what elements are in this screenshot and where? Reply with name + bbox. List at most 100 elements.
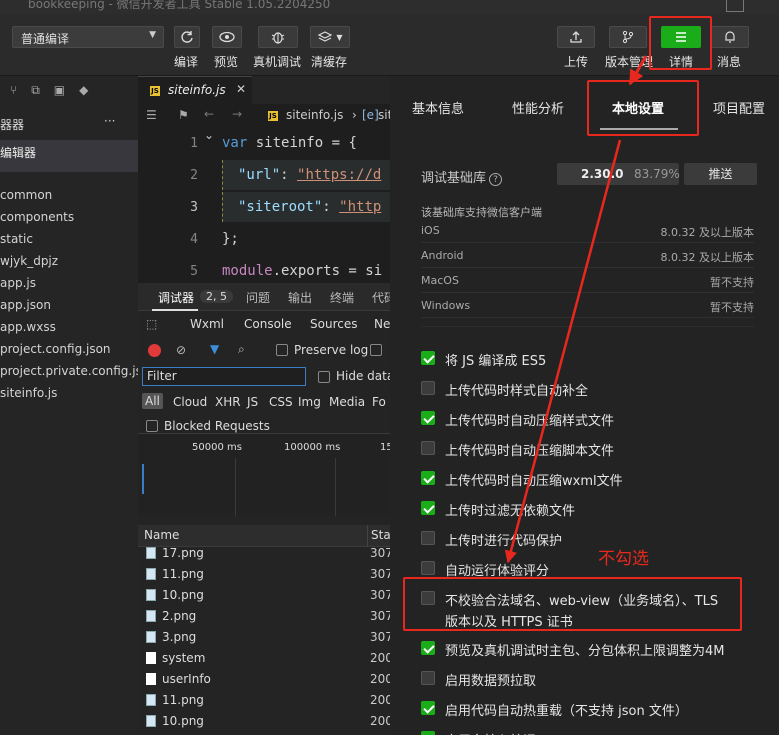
table-row[interactable]: 10.png 307 xyxy=(138,585,390,606)
tree-item[interactable]: project.private.config.js... xyxy=(0,364,153,378)
tab-wxml[interactable]: Wxml xyxy=(190,317,224,331)
timeline-bar xyxy=(142,464,144,494)
branch-icon[interactable]: ⑂ xyxy=(10,83,17,97)
disable-cache-checkbox[interactable] xyxy=(370,344,382,356)
forward-icon[interactable]: → xyxy=(232,107,242,121)
upload-button[interactable] xyxy=(557,26,595,48)
column-status[interactable]: Sta xyxy=(371,528,390,542)
blocked-requests-checkbox[interactable] xyxy=(146,420,158,432)
version-control-button[interactable] xyxy=(609,26,647,48)
filter-icon[interactable]: ▼ xyxy=(210,342,219,356)
tree-item[interactable]: project.config.json xyxy=(0,342,111,356)
table-row[interactable]: 3.png 307 xyxy=(138,627,390,648)
type-font[interactable]: Fo xyxy=(372,395,386,409)
tab-siteinfo[interactable]: JS siteinfo.js ✕ xyxy=(138,76,252,104)
bookmark-icon[interactable]: ⚑ xyxy=(178,108,189,122)
line-number: 2 xyxy=(190,168,198,183)
extensions-icon[interactable]: ⧉ xyxy=(31,83,40,98)
compile-button[interactable] xyxy=(174,26,200,48)
setting-checkbox[interactable] xyxy=(421,501,435,515)
list-icon[interactable]: ☰ xyxy=(146,108,157,122)
tree-item[interactable]: wjyk_dpjz xyxy=(0,254,58,268)
type-css[interactable]: CSS xyxy=(269,395,293,409)
type-js[interactable]: JS xyxy=(247,395,258,409)
tree-item[interactable]: static xyxy=(0,232,33,246)
tab-problems[interactable]: 问题 xyxy=(246,289,270,306)
type-img[interactable]: Img xyxy=(298,395,321,409)
filter-input[interactable]: Filter xyxy=(142,367,306,386)
clear-cache-button[interactable]: ▼ xyxy=(310,26,350,48)
inspect-icon[interactable]: ⬚ xyxy=(146,317,157,331)
annotation-box xyxy=(649,16,712,70)
compile-mode-select[interactable]: 普通编译 ▼ xyxy=(12,26,164,48)
image-file-icon xyxy=(146,547,156,559)
table-row[interactable]: userInfo 200 xyxy=(138,669,390,690)
table-row[interactable]: 11.png 200 xyxy=(138,690,390,711)
setting-checkbox[interactable] xyxy=(421,671,435,685)
tab-output[interactable]: 输出 xyxy=(288,289,312,306)
eye-icon xyxy=(219,31,235,43)
table-row[interactable]: system 200 xyxy=(138,648,390,669)
setting-label: 启用多核心编译 xyxy=(445,730,536,735)
docker-icon[interactable]: ◆ xyxy=(79,83,88,97)
search-icon[interactable]: ⌕ xyxy=(238,342,245,357)
table-row[interactable]: 2.png 307 xyxy=(138,606,390,627)
setting-checkbox[interactable] xyxy=(421,641,435,655)
tree-item[interactable]: app.js xyxy=(0,276,36,290)
open-editors-section[interactable]: 编辑器 xyxy=(0,140,138,172)
record-icon[interactable] xyxy=(148,344,161,357)
tab-code[interactable]: 代码 xyxy=(372,289,390,306)
code-editor[interactable]: ⌄ 1 2 3 4 5 var siteinfo = { "url": "htt… xyxy=(138,128,390,283)
preserve-log-checkbox[interactable] xyxy=(276,344,288,356)
more-icon[interactable]: ··· xyxy=(104,114,115,128)
type-all[interactable]: All xyxy=(142,393,163,409)
branch-icon xyxy=(622,30,634,44)
tree-item[interactable]: app.json xyxy=(0,298,51,312)
fold-chevron-icon[interactable]: ⌄ xyxy=(204,128,214,142)
push-button[interactable]: 推送 xyxy=(684,163,757,185)
setting-checkbox[interactable] xyxy=(421,731,435,735)
tree-item[interactable]: components xyxy=(0,210,74,224)
help-icon[interactable]: ? xyxy=(489,173,503,186)
network-timeline[interactable]: 50000 ms 100000 ms 15 xyxy=(138,433,390,516)
type-cloud[interactable]: Cloud xyxy=(173,395,207,409)
code-line: }; xyxy=(222,231,239,247)
tree-item[interactable]: app.wxss xyxy=(0,320,56,334)
debug-library-select[interactable]: 2.30.0 83.79% xyxy=(557,163,680,185)
remote-debug-button[interactable] xyxy=(258,26,298,48)
tab-basic-info[interactable]: 基本信息 xyxy=(412,98,464,117)
type-media[interactable]: Media xyxy=(329,395,365,409)
tree-item[interactable]: common xyxy=(0,188,52,202)
clear-cache-label: 清缓存 xyxy=(311,55,348,69)
hide-data-checkbox[interactable] xyxy=(318,371,330,383)
messages-button[interactable] xyxy=(711,26,749,48)
clear-icon[interactable]: ⊘ xyxy=(176,343,186,357)
close-window-button[interactable] xyxy=(726,0,744,12)
type-xhr[interactable]: XHR xyxy=(215,395,241,409)
table-row[interactable]: 17.png 307 xyxy=(138,543,390,564)
setting-checkbox[interactable] xyxy=(421,351,435,365)
setting-checkbox[interactable] xyxy=(421,411,435,425)
tab-sources[interactable]: Sources xyxy=(310,317,357,331)
setting-checkbox[interactable] xyxy=(421,561,435,575)
tab-network[interactable]: Ne xyxy=(374,317,390,331)
setting-checkbox[interactable] xyxy=(421,441,435,455)
setting-checkbox[interactable] xyxy=(421,531,435,545)
save-icon[interactable]: ▣ xyxy=(54,83,65,97)
setting-checkbox[interactable] xyxy=(421,701,435,715)
breadcrumb-file[interactable]: siteinfo.js xyxy=(286,108,343,122)
close-icon[interactable]: ✕ xyxy=(236,82,246,96)
back-icon[interactable]: ← xyxy=(204,107,214,121)
setting-checkbox[interactable] xyxy=(421,381,435,395)
preview-button[interactable] xyxy=(212,26,242,48)
table-row[interactable]: 11.png 307 xyxy=(138,564,390,585)
tab-performance[interactable]: 性能分析 xyxy=(512,98,564,117)
tab-debugger[interactable]: 调试器 xyxy=(158,289,194,306)
tab-terminal[interactable]: 终端 xyxy=(330,289,354,306)
table-row[interactable]: 10.png 200 xyxy=(138,711,390,732)
column-name[interactable]: Name xyxy=(144,528,179,542)
tab-console[interactable]: Console xyxy=(244,317,292,331)
tab-project-config[interactable]: 项目配置 xyxy=(713,98,765,117)
tree-item[interactable]: siteinfo.js xyxy=(0,386,57,400)
setting-checkbox[interactable] xyxy=(421,471,435,485)
